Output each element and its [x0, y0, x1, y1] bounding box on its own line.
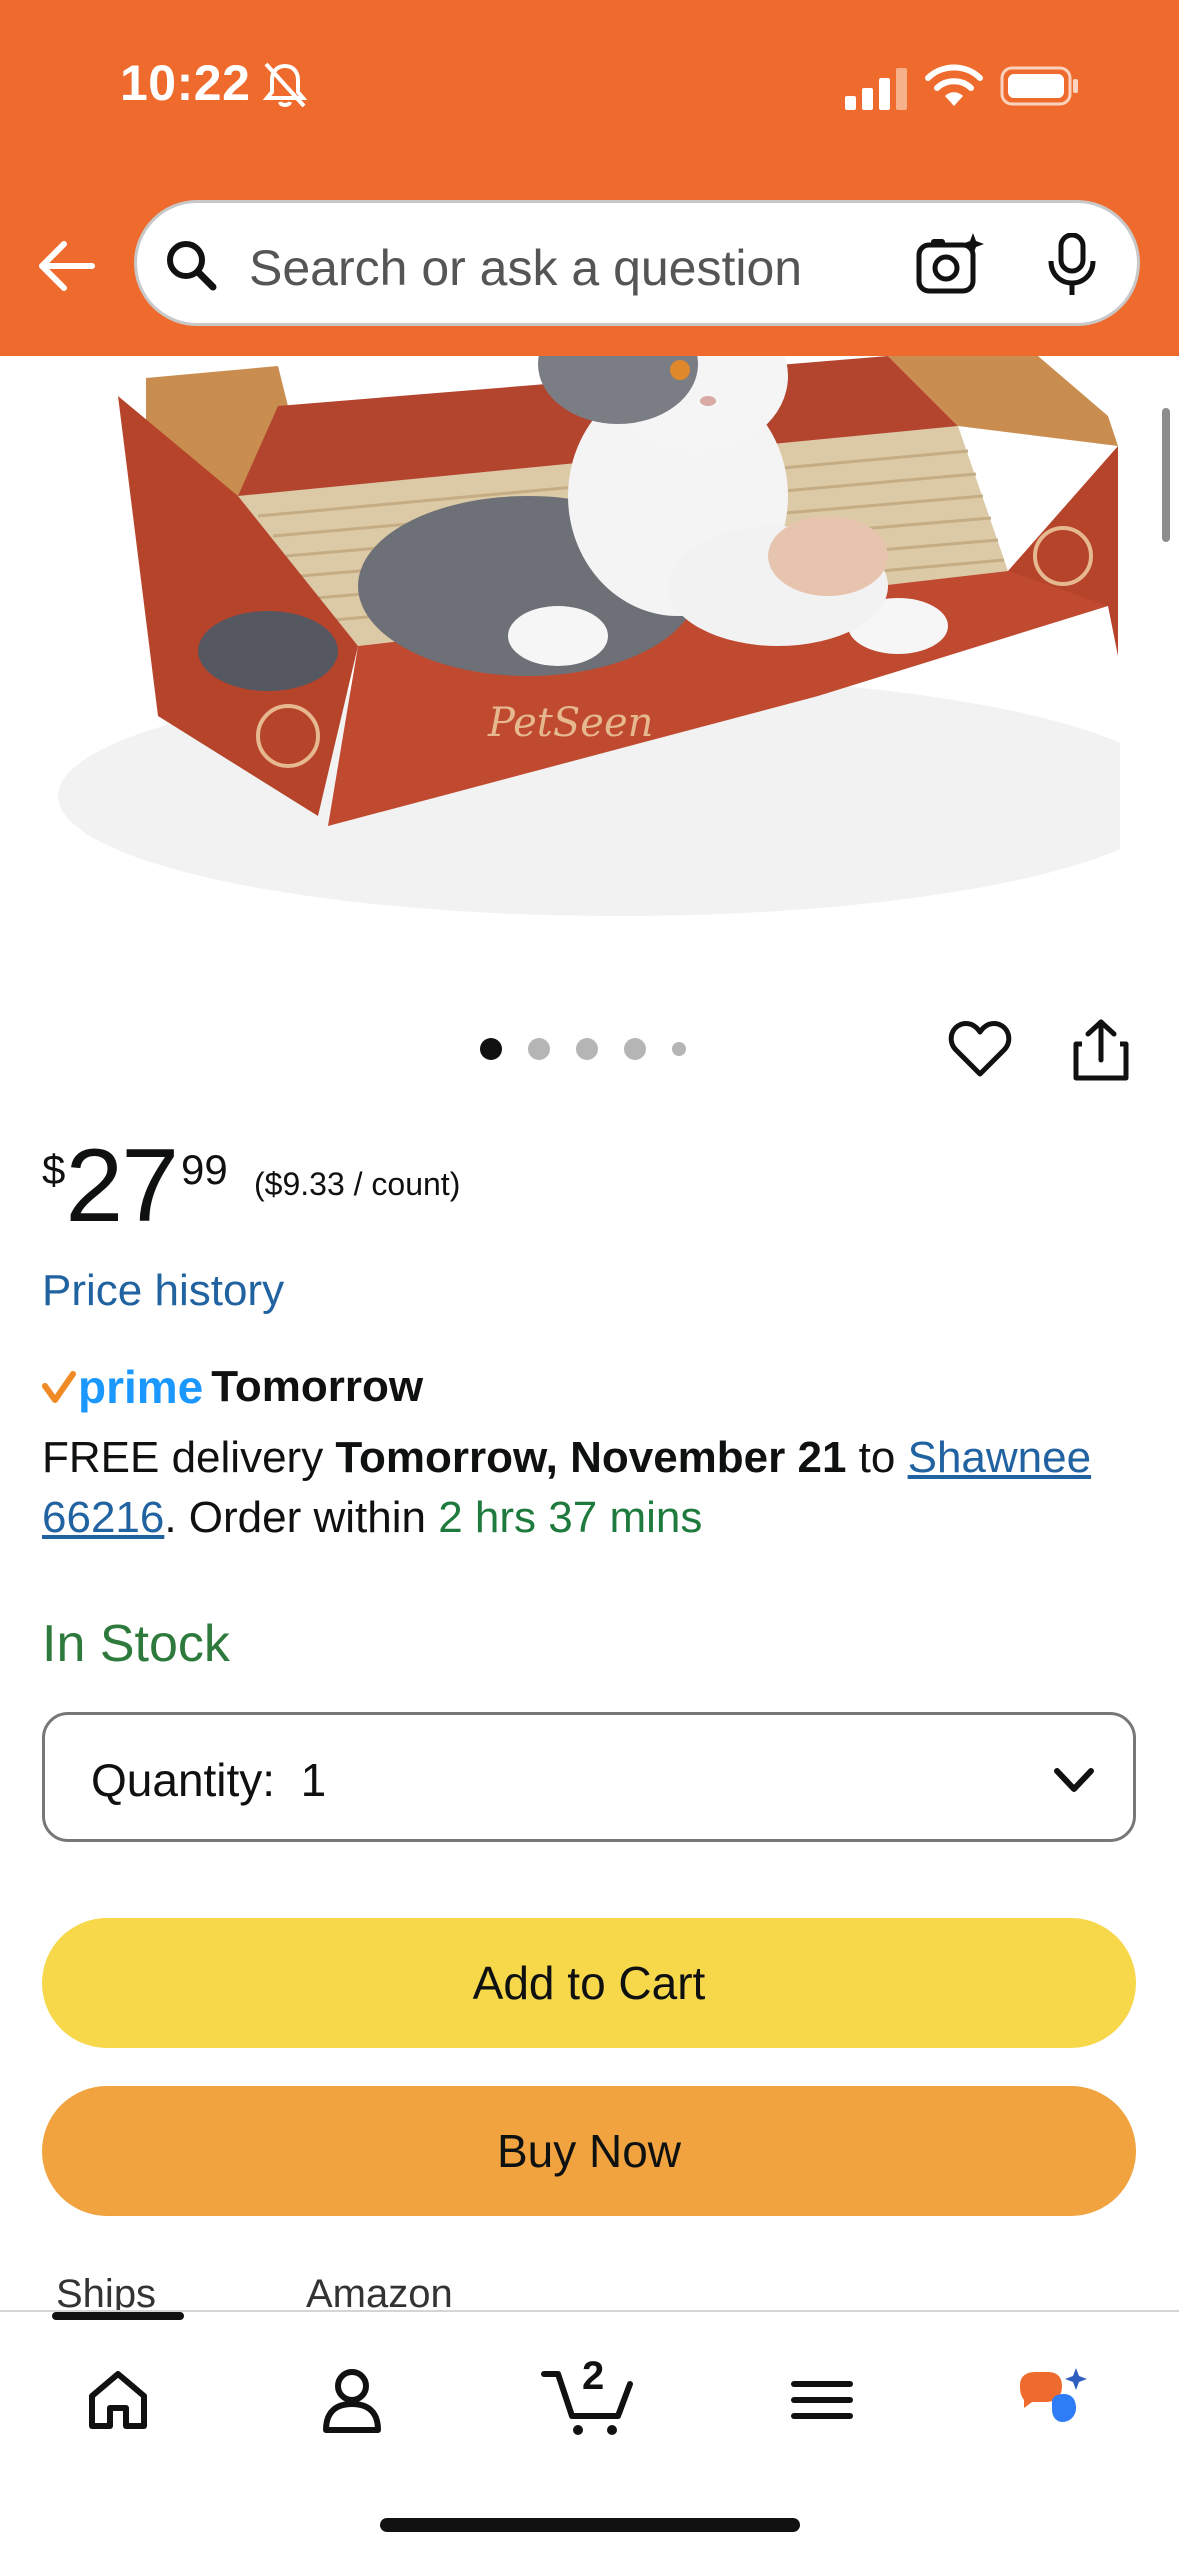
home-icon[interactable] [78, 2360, 158, 2440]
quantity-label-text: Quantity: [91, 1754, 276, 1806]
image-carousel-dots[interactable] [480, 1038, 686, 1060]
delivery-to: to [846, 1433, 908, 1482]
quantity-dropdown[interactable]: Quantity: 1 [42, 1712, 1136, 1842]
cart-count-badge: 2 [582, 2354, 605, 2398]
quantity-value: 1 [300, 1754, 327, 1806]
price-fraction: 99 [181, 1146, 228, 1193]
search-bar[interactable]: Search or ask a question [134, 200, 1140, 326]
box-brand-logo: PetSeen [487, 700, 653, 746]
microphone-icon[interactable] [1045, 233, 1099, 297]
header: 10:22 Search or ask a question [0, 0, 1179, 356]
active-tab-indicator [52, 2312, 184, 2320]
camera-icon[interactable] [915, 231, 985, 297]
product-image[interactable]: PetSeen [58, 356, 1120, 916]
prime-delivery-day: Tomorrow [211, 1362, 424, 1411]
price-currency: $ [42, 1146, 66, 1193]
carousel-dot[interactable] [528, 1038, 550, 1060]
chevron-down-icon [1054, 1768, 1094, 1792]
delivery-date: Tomorrow, November 21 [335, 1433, 847, 1482]
search-input[interactable]: Search or ask a question [249, 239, 802, 297]
quantity-label: Quantity: 1 [91, 1753, 326, 1807]
prime-label: prime [78, 1361, 204, 1413]
signal-icon [845, 68, 907, 110]
account-icon[interactable] [312, 2360, 392, 2440]
rufus-icon[interactable] [1012, 2360, 1092, 2440]
order-within-text: . Order within [164, 1493, 439, 1542]
carousel-dot[interactable] [672, 1042, 686, 1056]
prime-check-icon [42, 1371, 76, 1403]
unit-price: ($9.33 / count) [254, 1166, 461, 1202]
delivery-prefix: FREE delivery [42, 1433, 336, 1482]
scroll-indicator [1162, 408, 1170, 542]
product-page: 10:22 Search or ask a question PetSeen $… [0, 0, 1179, 2556]
battery-icon [1000, 66, 1078, 106]
buy-now-button[interactable]: Buy Now [42, 2086, 1136, 2216]
back-arrow-icon[interactable] [36, 236, 98, 296]
carousel-dot[interactable] [480, 1038, 502, 1060]
cat-scratcher-illustration: PetSeen [58, 356, 1120, 916]
home-indicator [380, 2518, 800, 2532]
heart-icon[interactable] [948, 1018, 1012, 1080]
price: $ 27 99 [42, 1134, 228, 1238]
carousel-dot[interactable] [576, 1038, 598, 1060]
menu-icon[interactable] [782, 2360, 862, 2440]
prime-badge: prime Tomorrow [42, 1360, 423, 1414]
bell-off-icon [262, 62, 308, 108]
price-whole: 27 [65, 1128, 179, 1244]
price-history-link[interactable]: Price history [42, 1266, 284, 1316]
carousel-dot[interactable] [624, 1038, 646, 1060]
share-icon[interactable] [1072, 1018, 1130, 1082]
cart-tab[interactable]: 2 [540, 2354, 640, 2440]
stock-status: In Stock [42, 1615, 230, 1673]
wifi-icon [925, 64, 983, 106]
search-icon [167, 241, 217, 291]
status-time: 10:22 [120, 55, 251, 111]
add-to-cart-button[interactable]: Add to Cart [42, 1918, 1136, 2048]
order-countdown: 2 hrs 37 mins [438, 1493, 703, 1542]
delivery-info: FREE delivery Tomorrow, November 21 to S… [42, 1428, 1142, 1548]
